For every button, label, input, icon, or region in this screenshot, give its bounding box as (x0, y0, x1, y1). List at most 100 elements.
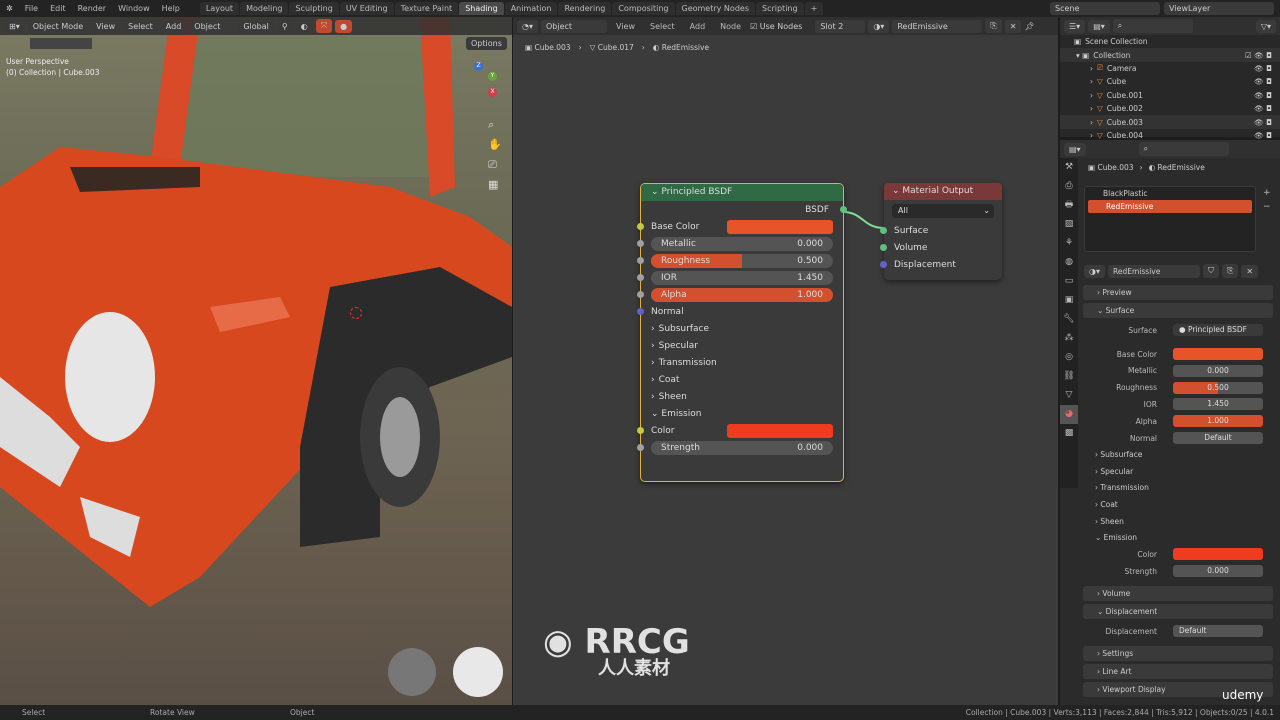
orientation-selector[interactable]: Global (238, 19, 274, 33)
fake-user-icon[interactable]: ⛉ (1203, 264, 1219, 278)
scene-collection-row[interactable]: ▣ Scene Collection (1060, 35, 1280, 48)
section-subsurface[interactable]: › Subsurface (641, 320, 843, 337)
collection-tab-icon[interactable]: ▭ (1060, 272, 1078, 291)
base-color-swatch[interactable] (727, 220, 833, 234)
outliner-item-camera[interactable]: › ⎚ Camera 👁︎ ◘ (1060, 62, 1280, 75)
outliner-item-cube[interactable]: › ▽ Cube 👁︎ ◘ (1060, 75, 1280, 88)
base-color-socket[interactable] (637, 223, 644, 230)
metallic-socket[interactable] (637, 240, 644, 247)
material-output-node[interactable]: ⌄ Material Output All ⌄ Surface Volume Di… (880, 183, 1002, 280)
modifier-tab-icon[interactable]: 🔧︎ (1060, 310, 1078, 329)
workspace-tab-layout[interactable]: Layout (199, 2, 240, 15)
filter-icon[interactable]: ▽▾ (1255, 19, 1276, 33)
bsdf-node-header[interactable]: ⌄ Principled BSDF (641, 184, 843, 201)
prop-field-roughness[interactable]: 0.500 (1173, 381, 1263, 394)
prop-field-metallic[interactable]: 0.000 (1173, 364, 1263, 377)
unlink-material-icon[interactable]: ✕ (1241, 264, 1259, 278)
editor-type-icon[interactable]: ▤▾ (1064, 142, 1086, 156)
surface-panel[interactable]: ⌄ Surface (1083, 303, 1273, 318)
xray-icon[interactable]: ● (335, 19, 353, 33)
emission-color-swatch[interactable] (727, 424, 833, 438)
menu-edit[interactable]: Edit (44, 4, 72, 13)
shader-editor[interactable]: ◔▾ Object View Select Add Node ☑ Use Nod… (513, 17, 1058, 705)
roughness-socket[interactable] (637, 257, 644, 264)
subpanel-transmission[interactable]: › Transmission (1095, 483, 1149, 492)
visibility-icon[interactable]: 👁︎ ◘ (1254, 77, 1272, 86)
add-slot-button[interactable]: + (1263, 186, 1271, 200)
line-art-panel[interactable]: › Line Art (1083, 664, 1273, 679)
view-layer-selector[interactable]: ViewLayer (1164, 2, 1274, 15)
visibility-icon[interactable]: 👁︎ ◘ (1254, 91, 1272, 100)
scene-tab-icon[interactable]: ⚘ (1060, 234, 1078, 253)
scene-selector[interactable]: Scene (1050, 2, 1160, 15)
emission-strength-field[interactable]: Strength 0.000 (651, 441, 833, 455)
blender-logo-icon[interactable]: ✲ (0, 4, 19, 13)
constraints-tab-icon[interactable]: ⛓︎ (1060, 367, 1078, 386)
pan-hand-icon[interactable]: ✋ (488, 135, 502, 155)
gizmo-toggle-icon[interactable]: ⤧ (315, 19, 333, 33)
displacement-field[interactable]: Default (1173, 625, 1263, 637)
subpanel-sheen[interactable]: › Sheen (1095, 517, 1124, 526)
prop-field-alpha[interactable]: 1.000 (1173, 415, 1263, 428)
material-name-field[interactable]: RedEmissive (1108, 264, 1200, 278)
bsdf-output-socket[interactable] (840, 206, 847, 213)
overlay-icon[interactable]: ◐ (295, 19, 313, 33)
outliner-item-cube-003[interactable]: › ▽ Cube.003 👁︎ ◘ (1060, 115, 1280, 129)
displacement-socket[interactable] (880, 261, 887, 268)
menu-file[interactable]: File (19, 4, 44, 13)
camera-icon[interactable]: ⎚ (488, 155, 502, 175)
output-target-dropdown[interactable]: All ⌄ (892, 204, 994, 218)
snap-icon[interactable]: ⚲ (276, 19, 293, 33)
workspace-tab-compositing[interactable]: Compositing (612, 2, 675, 15)
slot-redemissive[interactable]: RedEmissive (1088, 200, 1252, 213)
section-specular[interactable]: › Specular (641, 337, 843, 354)
grid-icon[interactable]: ▦ (488, 175, 502, 195)
new-material-icon[interactable]: ⎘ (1222, 264, 1239, 278)
emission-color-socket[interactable] (637, 427, 644, 434)
subpanel-specular[interactable]: › Specular (1095, 467, 1133, 476)
section-sheen[interactable]: › Sheen (641, 388, 843, 405)
tool-tab-icon[interactable]: ⚒ (1060, 158, 1078, 177)
outliner[interactable]: ☰▾ ▤▾ ⌕ ▽▾ ▣ Scene Collection ▾ ▣ Collec… (1060, 17, 1280, 140)
viewport-menu-view[interactable]: View (91, 19, 121, 33)
particles-tab-icon[interactable]: ⁂ (1060, 329, 1078, 348)
visibility-icon[interactable]: 👁︎ ◘ (1254, 104, 1272, 113)
menu-window[interactable]: Window (112, 4, 156, 13)
view-layer-icon[interactable]: ▤▾ (1088, 19, 1110, 33)
visibility-icon[interactable]: 👁︎ ◘ (1254, 118, 1272, 127)
options-button[interactable]: Options (466, 37, 507, 50)
remove-slot-button[interactable]: − (1263, 200, 1271, 214)
data-tab-icon[interactable]: ▽ (1060, 386, 1078, 405)
texture-tab-icon[interactable]: ▩ (1060, 424, 1078, 443)
subpanel-coat[interactable]: › Coat (1095, 500, 1118, 509)
gizmo-y[interactable]: Y (488, 72, 497, 81)
material-tab-icon[interactable]: ◕ (1060, 405, 1078, 424)
add-workspace-button[interactable]: + (804, 2, 824, 15)
workspace-tab-sculpting[interactable]: Sculpting (289, 2, 339, 15)
world-tab-icon[interactable]: ◍ (1060, 253, 1078, 272)
menu-render[interactable]: Render (72, 4, 112, 13)
physics-tab-icon[interactable]: ◎ (1060, 348, 1078, 367)
ior-field[interactable]: IOR 1.450 (651, 271, 833, 285)
prop-field-base-color[interactable] (1173, 348, 1263, 360)
volume-socket[interactable] (880, 244, 887, 251)
alpha-field[interactable]: Alpha 1.000 (651, 288, 833, 302)
collection-row[interactable]: ▾ ▣ Collection ☑ 👁︎ ◘ (1060, 48, 1280, 62)
properties-search[interactable]: ⌕ (1138, 142, 1229, 156)
displacement-panel[interactable]: ⌄ Displacement (1083, 604, 1273, 619)
section-coat[interactable]: › Coat (641, 371, 843, 388)
output-node-header[interactable]: ⌄ Material Output (884, 183, 1002, 200)
viewport-menu-add[interactable]: Add (160, 19, 187, 33)
emission-subpanel[interactable]: ⌄ Emission (1095, 533, 1137, 542)
surface-socket[interactable] (880, 227, 887, 234)
menu-help[interactable]: Help (156, 4, 186, 13)
workspace-tab-texture-paint[interactable]: Texture Paint (394, 2, 459, 15)
preview-panel[interactable]: › Preview (1083, 285, 1273, 300)
viewport-menu-object[interactable]: Object (189, 19, 226, 33)
outliner-search[interactable]: ⌕ (1112, 19, 1193, 33)
outliner-item-cube-001[interactable]: › ▽ Cube.001 👁︎ ◘ (1060, 89, 1280, 102)
outliner-item-cube-002[interactable]: › ▽ Cube.002 👁︎ ◘ (1060, 102, 1280, 115)
emission-color-field[interactable] (1173, 548, 1263, 560)
prop-field-ior[interactable]: 1.450 (1173, 398, 1263, 411)
workspace-tab-shading[interactable]: Shading (459, 2, 504, 15)
